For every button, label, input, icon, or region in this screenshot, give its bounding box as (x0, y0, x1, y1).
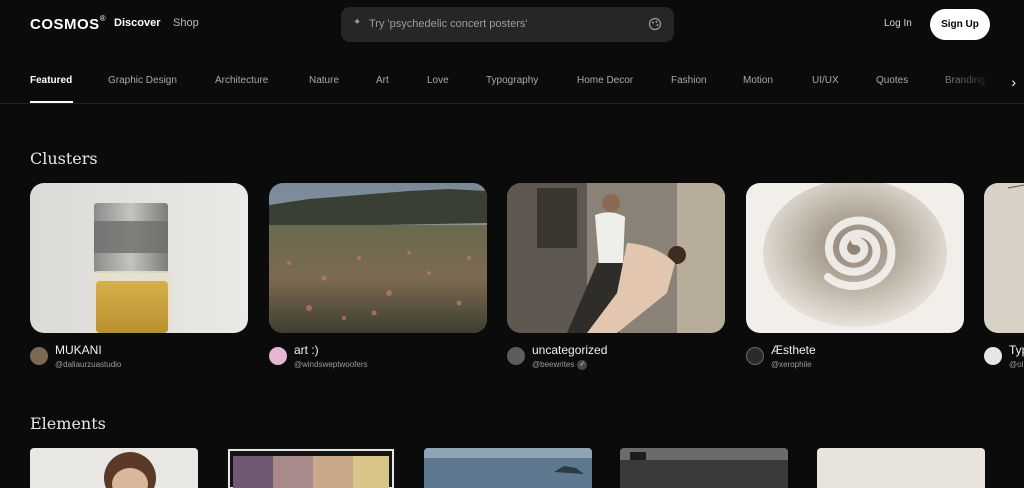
monitor-image (227, 448, 395, 488)
clusters-heading: Clusters (30, 149, 98, 168)
light-photo-image (817, 448, 985, 488)
signup-button[interactable]: Sign Up (930, 9, 990, 40)
logo-registered-mark: ® (99, 14, 107, 23)
active-tab-indicator (30, 101, 73, 103)
spiral-image (746, 183, 964, 333)
element-card-light[interactable] (817, 448, 985, 488)
tab-motion[interactable]: Motion (743, 75, 773, 86)
cluster-card-partial[interactable] (984, 183, 1024, 333)
avatar[interactable] (269, 347, 287, 365)
cluster-handle[interactable]: @xerophile (771, 360, 812, 369)
cluster-handle-row: @beewrites ✓ (532, 360, 588, 370)
elements-heading: Elements (30, 414, 106, 433)
sparkle-icon: ✦ (353, 17, 362, 28)
chevron-right-icon[interactable]: › (1011, 74, 1016, 90)
tab-ui-ux[interactable]: UI/UX (812, 75, 839, 86)
tab-art[interactable]: Art (376, 75, 389, 86)
meadow-image (269, 183, 487, 333)
cluster-name[interactable]: uncategorized (532, 343, 607, 357)
cluster-card-uncategorized[interactable] (507, 183, 725, 333)
tab-architecture[interactable]: Architecture (215, 75, 268, 86)
cluster-card-art[interactable] (269, 183, 487, 333)
cluster-name[interactable]: art :) (294, 343, 319, 357)
login-link[interactable]: Log In (884, 18, 912, 29)
search-placeholder[interactable]: Try 'psychedelic concert posters' (369, 18, 527, 30)
avatar[interactable] (30, 347, 48, 365)
cluster-name[interactable]: Typ (1009, 343, 1024, 357)
tab-home-decor[interactable]: Home Decor (577, 75, 633, 86)
cluster-card-aesthete[interactable] (746, 183, 964, 333)
cosmos-logo[interactable]: COSMOS® (30, 14, 107, 33)
element-card-monitor[interactable] (227, 448, 395, 488)
element-card-dark[interactable] (620, 448, 788, 488)
avatar[interactable] (746, 347, 764, 365)
nav-shop[interactable]: Shop (173, 17, 199, 29)
cluster-handle[interactable]: @windsweptwoofers (294, 360, 367, 369)
tab-graphic-design[interactable]: Graphic Design (108, 75, 177, 86)
nav-discover[interactable]: Discover (114, 17, 160, 29)
coast-image (424, 448, 592, 488)
tab-quotes[interactable]: Quotes (876, 75, 908, 86)
top-bar: COSMOS® Discover Shop ✦ Try 'psychedelic… (0, 0, 1024, 48)
cluster-handle[interactable]: @beewrites (532, 360, 574, 369)
tab-featured[interactable]: Featured (30, 75, 72, 86)
tab-nature[interactable]: Nature (309, 75, 339, 86)
tab-typography[interactable]: Typography (486, 75, 538, 86)
cluster-card-mukani[interactable] (30, 183, 248, 333)
avatar[interactable] (507, 347, 525, 365)
logo-text: COSMOS (30, 16, 100, 33)
tab-love[interactable]: Love (427, 75, 449, 86)
portrait-image (30, 448, 198, 488)
element-card-coast[interactable] (424, 448, 592, 488)
cluster-handle[interactable]: @ol (1009, 360, 1023, 369)
cluster-name[interactable]: Æsthete (771, 343, 816, 357)
palette-icon[interactable] (648, 17, 662, 31)
dark-photo-image (620, 448, 788, 488)
cluster-handle[interactable]: @daliaurzuastudio (55, 360, 121, 369)
element-card-portrait[interactable] (30, 448, 198, 488)
partial-card-image (984, 183, 1024, 333)
cluster-name[interactable]: MUKANI (55, 343, 102, 357)
verified-badge-icon: ✓ (577, 360, 588, 370)
search-bar[interactable]: ✦ Try 'psychedelic concert posters' (341, 7, 674, 42)
tab-fashion[interactable]: Fashion (671, 75, 707, 86)
perfume-bottle-image (30, 183, 248, 333)
avatar[interactable] (984, 347, 1002, 365)
dancing-couple-image (507, 183, 725, 333)
category-tabs: Featured Graphic Design Architecture Nat… (0, 60, 1024, 104)
